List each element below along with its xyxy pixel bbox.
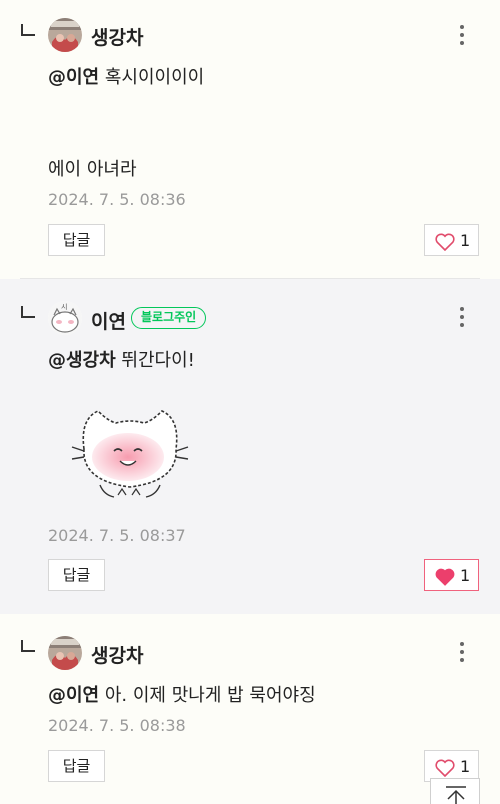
heart-filled-icon [435,568,455,586]
more-vertical-icon[interactable] [455,305,469,331]
comment-date: 2024. 7. 5. 08:37 [48,526,186,545]
comment-author[interactable]: 이연 [91,307,126,334]
reply-button[interactable]: 답글 [48,750,105,782]
more-vertical-icon[interactable] [455,640,469,666]
avatar[interactable] [48,18,82,52]
svg-text:시: 시 [61,303,67,311]
comment-item: 시 이연 블로그주인 @생강차 뛰간다이! 2024. 7. 5. 08:37 … [0,279,500,614]
comment-body: 뛰간다이! [121,350,195,371]
comment-date: 2024. 7. 5. 08:38 [48,716,186,735]
heart-icon [435,759,455,777]
reply-indent-icon [21,306,35,318]
scroll-top-button[interactable] [430,778,480,804]
mention[interactable]: @생강차 [48,350,116,371]
reply-button[interactable]: 답글 [48,224,105,256]
comment-date: 2024. 7. 5. 08:36 [48,190,186,209]
like-count: 1 [460,757,471,776]
scroll-top-icon [446,786,466,804]
comment-text: @이연 아. 이제 맛나게 밥 묵어야징 [48,681,316,707]
cat-sticker [70,399,190,504]
like-count: 1 [460,231,471,250]
avatar[interactable]: 시 [48,301,82,335]
blog-owner-badge: 블로그주인 [131,307,207,329]
comment-author[interactable]: 생강차 [91,23,143,50]
comment-item: 생강차 @이연 아. 이제 맛나게 밥 묵어야징 2024. 7. 5. 08:… [0,614,500,804]
comment-author[interactable]: 생강차 [91,641,143,668]
comment-body: 혹시이이이이 [104,67,205,88]
comment-text: @생강차 뛰간다이! [48,346,195,372]
comment-body-line2: 에이 아녀라 [48,159,137,180]
mention[interactable]: @이연 [48,67,99,88]
comment-text: @이연 혹시이이이이 [48,63,204,89]
comment-item: 생강차 @이연 혹시이이이이 에이 아녀라 2024. 7. 5. 08:36 … [0,0,500,279]
like-button[interactable]: 1 [424,224,479,256]
more-vertical-icon[interactable] [455,23,469,49]
mention[interactable]: @이연 [48,685,99,706]
reply-indent-icon [21,640,35,652]
avatar[interactable] [48,636,82,670]
comment-body: 아. 이제 맛나게 밥 묵어야징 [104,685,316,706]
like-button[interactable]: 1 [424,559,479,591]
heart-icon [435,233,455,251]
reply-indent-icon [21,24,35,36]
like-count: 1 [460,566,471,585]
reply-button[interactable]: 답글 [48,559,105,591]
